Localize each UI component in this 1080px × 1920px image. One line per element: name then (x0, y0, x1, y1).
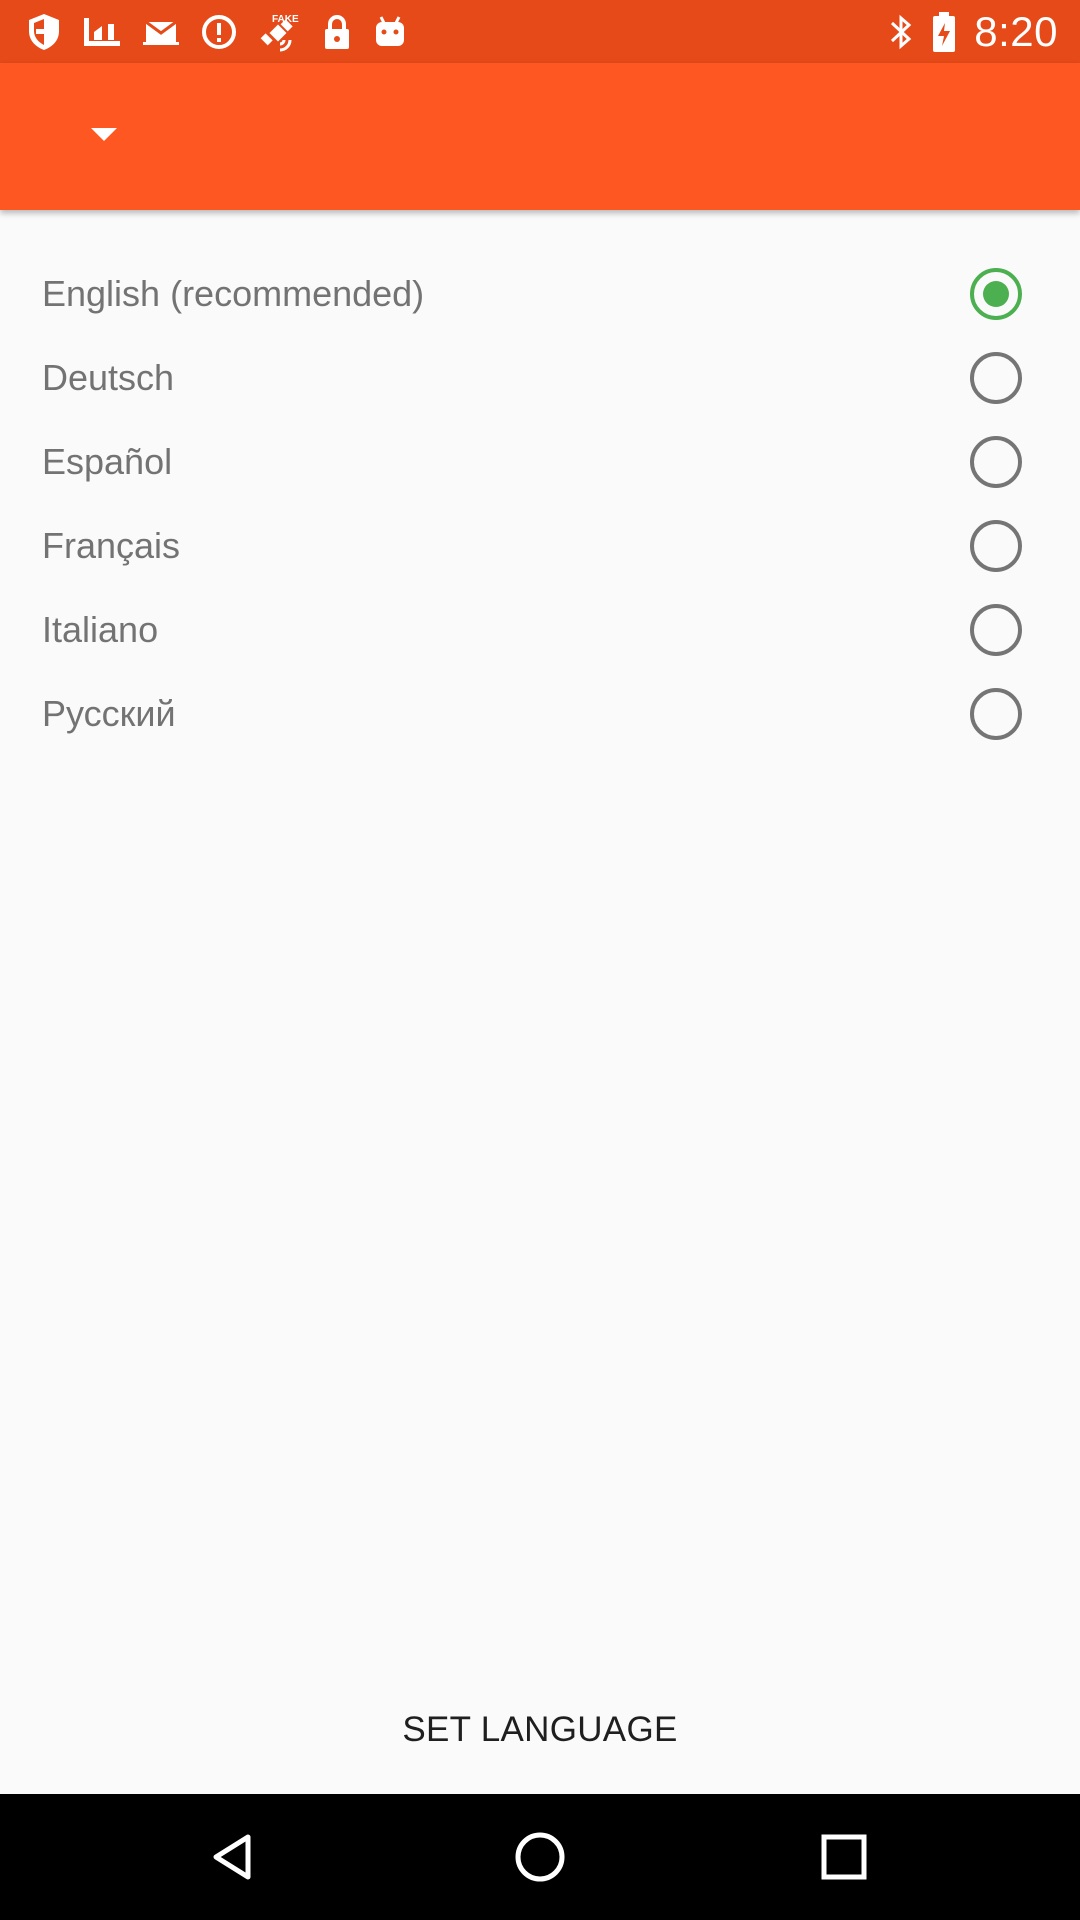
system-icons: 8:20 (888, 0, 1058, 63)
language-label: Italiano (42, 609, 159, 650)
dropdown-arrow-icon (90, 126, 118, 147)
clock: 8:20 (974, 7, 1058, 55)
fake-gps-icon: FAKE (258, 10, 302, 54)
bluetooth-icon (888, 12, 914, 52)
notification-icons: FAKE (26, 0, 408, 63)
home-icon[interactable] (508, 1825, 572, 1889)
radio-button[interactable] (970, 604, 1022, 656)
language-list: English (recommended) Deutsch Español Fr… (0, 252, 1080, 756)
language-option-english[interactable]: English (recommended) (0, 252, 1080, 336)
back-icon[interactable] (204, 1825, 268, 1889)
app-bar (0, 63, 1080, 210)
language-label: Français (42, 525, 181, 566)
navigation-bar (0, 1794, 1080, 1920)
language-option-deutsch[interactable]: Deutsch (0, 336, 1080, 420)
language-label: English (recommended) (42, 273, 425, 314)
radio-button[interactable] (970, 688, 1022, 740)
language-label: Deutsch (42, 357, 175, 398)
recents-icon[interactable] (812, 1825, 876, 1889)
radio-dot (983, 281, 1009, 307)
language-option-francais[interactable]: Français (0, 504, 1080, 588)
language-option-russian[interactable]: Русский (0, 672, 1080, 756)
chart-icon (82, 14, 122, 50)
radio-button-selected[interactable] (970, 268, 1022, 320)
radio-button[interactable] (970, 520, 1022, 572)
language-label: Español (42, 441, 173, 482)
radio-button[interactable] (970, 352, 1022, 404)
language-label: Русский (42, 693, 176, 734)
android-icon (372, 13, 408, 51)
status-bar: FAKE 8:20 (0, 0, 1080, 63)
dropdown-button[interactable] (64, 101, 144, 171)
language-option-italiano[interactable]: Italiano (0, 588, 1080, 672)
alert-circle-icon (200, 13, 238, 51)
set-language-button[interactable]: SET LANGUAGE (340, 1690, 740, 1770)
language-option-espanol[interactable]: Español (0, 420, 1080, 504)
lock-icon (322, 13, 352, 51)
battery-icon (932, 11, 956, 53)
mail-icon (142, 16, 180, 48)
shield-icon (26, 12, 62, 52)
radio-button[interactable] (970, 436, 1022, 488)
